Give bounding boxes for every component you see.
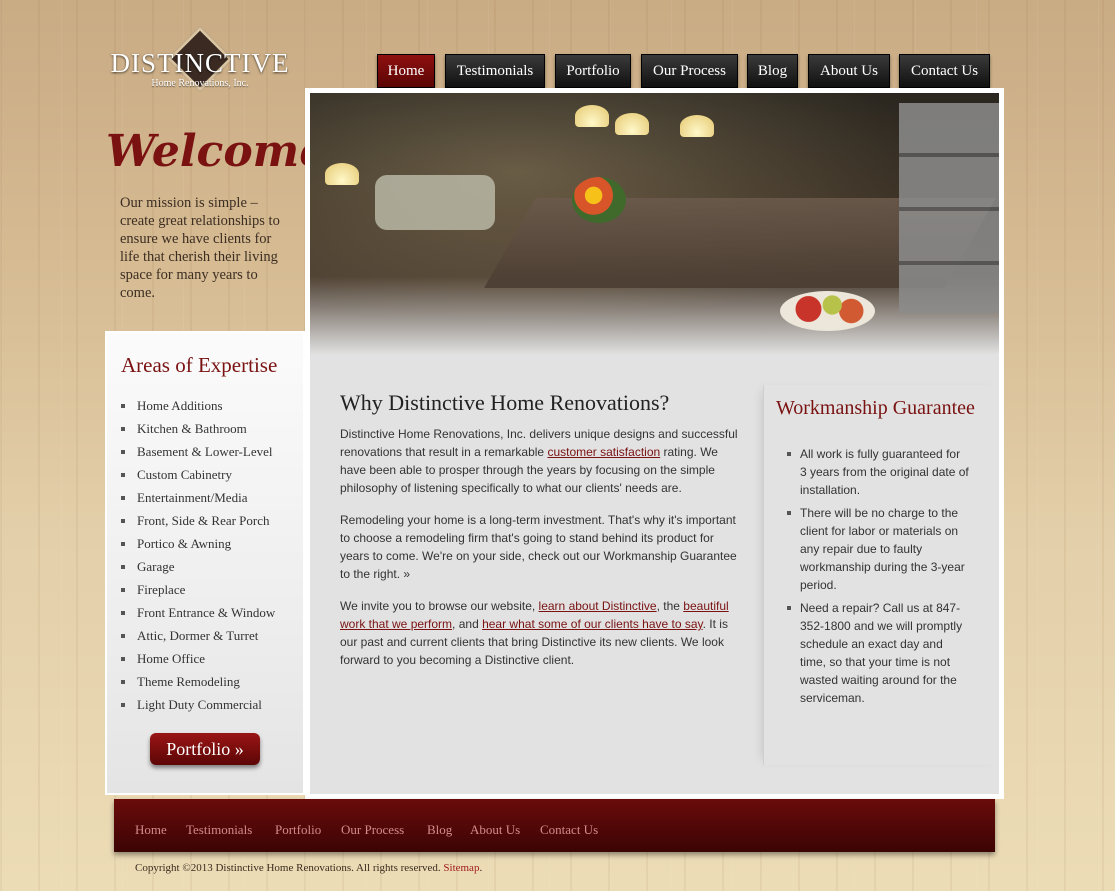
expertise-item[interactable]: Kitchen & Bathroom <box>121 417 275 440</box>
expertise-item[interactable]: Portico & Awning <box>121 532 275 555</box>
expertise-item[interactable]: Custom Cabinetry <box>121 463 275 486</box>
footer-link-testimonials[interactable]: Testimonials <box>186 822 252 838</box>
sofa-shape <box>375 175 495 230</box>
sitemap-link[interactable]: Sitemap <box>443 862 479 874</box>
intro-section: Why Distinctive Home Renovations? Distin… <box>340 390 738 683</box>
intro-paragraph-3: We invite you to browse our website, lea… <box>340 597 738 669</box>
nav-our-process[interactable]: Our Process <box>641 54 738 88</box>
pendant-lamp-icon <box>680 115 714 137</box>
intro-paragraph-2: Remodeling your home is a long-term inve… <box>340 513 737 581</box>
text-span: , the <box>656 599 684 613</box>
expertise-list: Home Additions Kitchen & Bathroom Baseme… <box>121 394 275 716</box>
footer-link-our-process[interactable]: Our Process <box>341 822 404 838</box>
footer-link-portfolio[interactable]: Portfolio <box>275 822 321 838</box>
brand-name: DISTINCTIVE <box>110 48 290 78</box>
nav-testimonials[interactable]: Testimonials <box>445 54 545 88</box>
fruit-bowl-icon <box>780 291 875 331</box>
table-lamp-icon <box>325 163 359 185</box>
pendant-lamp-icon <box>575 105 609 127</box>
sidebar-heading: Areas of Expertise <box>121 353 278 377</box>
logo[interactable]: DISTINCTIVE Home Renovations, Inc. <box>104 26 296 102</box>
expertise-item[interactable]: Attic, Dormer & Turret <box>121 624 275 647</box>
pendant-lamp-icon <box>615 113 649 135</box>
expertise-item[interactable]: Home Office <box>121 647 275 670</box>
mission-text: Our mission is simple – create great rel… <box>120 195 280 301</box>
guarantee-section: Workmanship Guarantee All work is fully … <box>763 385 1000 765</box>
text-span: We invite you to browse our website, <box>340 599 539 613</box>
nav-about-us[interactable]: About Us <box>808 54 890 88</box>
hero-kitchen-image <box>310 93 999 355</box>
nav-contact-us[interactable]: Contact Us <box>899 54 990 88</box>
content-panel: Why Distinctive Home Renovations? Distin… <box>305 88 1004 799</box>
flower-vase-icon <box>572 177 626 223</box>
guarantee-list: All work is fully guaranteed for 3 years… <box>764 445 1000 707</box>
client-reviews-link[interactable]: hear what some of our clients have to sa… <box>482 617 703 631</box>
learn-about-link[interactable]: learn about Distinctive <box>539 599 657 613</box>
guarantee-item: All work is fully guaranteed for 3 years… <box>787 447 969 497</box>
expertise-item[interactable]: Front Entrance & Window <box>121 601 275 624</box>
text-span: . <box>479 862 483 874</box>
footer-link-about-us[interactable]: About Us <box>470 822 520 838</box>
expertise-sidebar: Areas of Expertise Home Additions Kitche… <box>105 331 305 795</box>
expertise-item[interactable]: Entertainment/Media <box>121 486 275 509</box>
portfolio-button[interactable]: Portfolio » <box>150 733 260 765</box>
copyright-label: Copyright ©2013 Distinctive Home Renovat… <box>135 862 441 874</box>
customer-satisfaction-link[interactable]: customer satisfaction <box>547 445 660 459</box>
intro-paragraph-1: Distinctive Home Renovations, Inc. deliv… <box>340 425 738 497</box>
intro-heading: Why Distinctive Home Renovations? <box>340 390 670 415</box>
guarantee-item: There will be no charge to the client fo… <box>787 504 970 594</box>
expertise-item[interactable]: Fireplace <box>121 578 275 601</box>
copyright-text: Copyright ©2013 Distinctive Home Renovat… <box>135 862 482 874</box>
expertise-item[interactable]: Theme Remodeling <box>121 670 275 693</box>
guarantee-heading: Workmanship Guarantee <box>776 397 975 419</box>
footer-link-contact-us[interactable]: Contact Us <box>540 822 598 838</box>
wall-oven-shape <box>899 103 999 313</box>
footer-link-blog[interactable]: Blog <box>427 822 452 838</box>
expertise-item[interactable]: Home Additions <box>121 394 275 417</box>
nav-portfolio[interactable]: Portfolio <box>555 54 631 88</box>
guarantee-item: Need a repair? Call us at 847-352-1800 a… <box>787 599 970 707</box>
footer-bar: Home Testimonials Portfolio Our Process … <box>114 799 995 852</box>
expertise-item[interactable]: Garage <box>121 555 275 578</box>
expertise-item[interactable]: Light Duty Commercial <box>121 693 275 716</box>
brand-subtitle: Home Renovations, Inc. <box>151 78 249 89</box>
expertise-item[interactable]: Basement & Lower-Level <box>121 440 275 463</box>
expertise-item[interactable]: Front, Side & Rear Porch <box>121 509 275 532</box>
text-span: , and <box>452 617 483 631</box>
footer-link-home[interactable]: Home <box>135 822 167 838</box>
nav-blog[interactable]: Blog <box>747 54 798 88</box>
nav-home[interactable]: Home <box>377 54 435 88</box>
